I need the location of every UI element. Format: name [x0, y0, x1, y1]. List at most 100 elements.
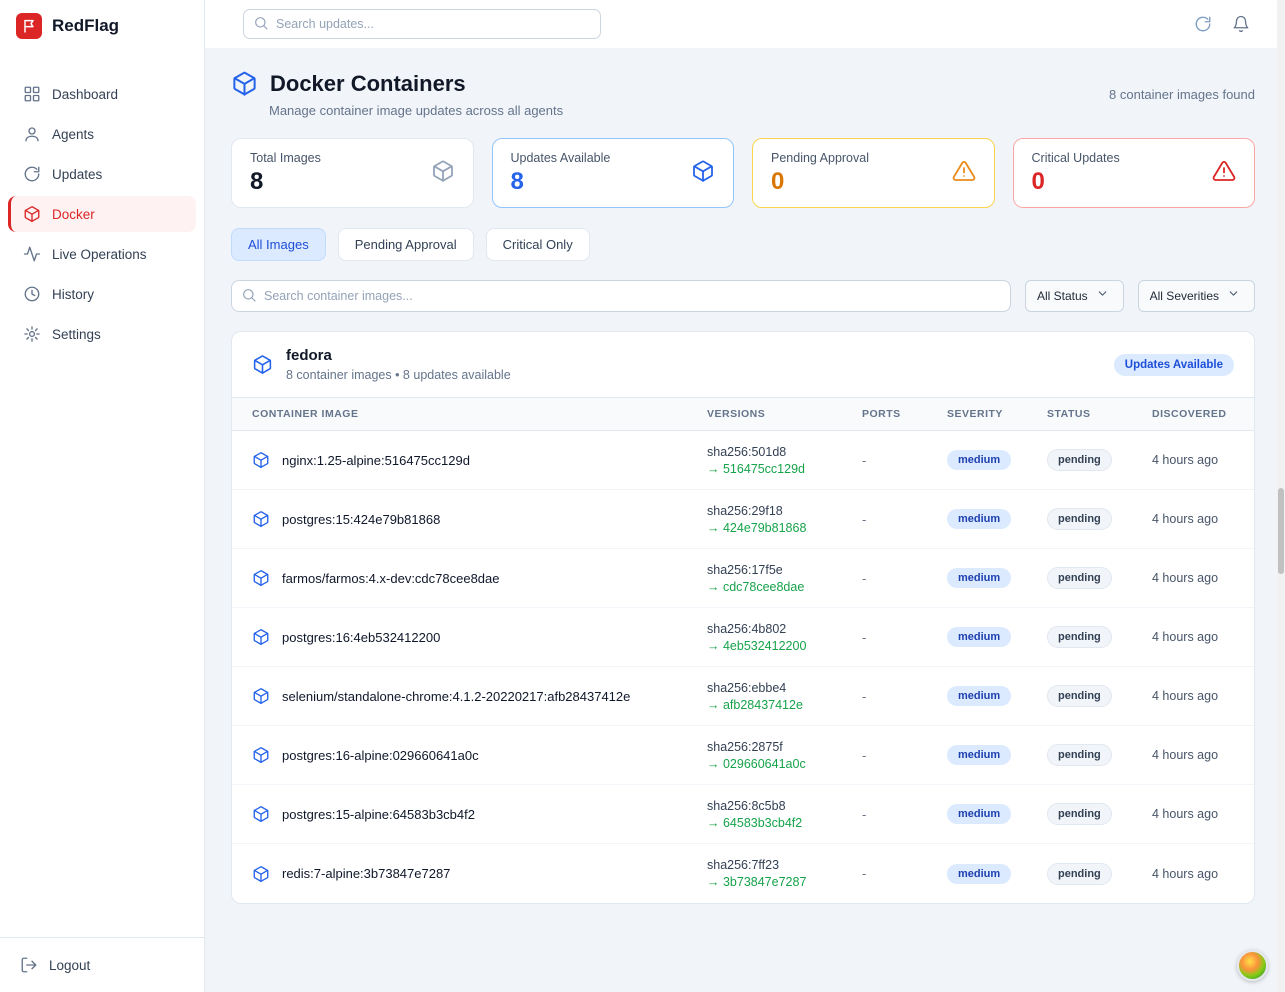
version-to: → 4eb532412200: [707, 639, 862, 653]
sidebar-item-label: Settings: [52, 327, 101, 342]
page-content: Docker Containers Manage container image…: [205, 48, 1285, 904]
refresh-button[interactable]: [1194, 15, 1212, 33]
package-icon: [691, 159, 715, 188]
image-name: postgres:16-alpine:029660641a0c: [282, 748, 479, 763]
table-row: selenium/standalone-chrome:4.1.2-2022021…: [232, 667, 1254, 726]
app-name: RedFlag: [52, 16, 119, 36]
sidebar-item-updates[interactable]: Updates: [8, 156, 196, 192]
main-area: Docker Containers Manage container image…: [205, 0, 1285, 992]
ports-value: -: [862, 748, 947, 763]
package-icon: [252, 805, 270, 823]
warning-icon: [952, 159, 976, 188]
package-icon: [252, 569, 270, 587]
chevron-down-icon: [1227, 287, 1245, 305]
version-from: sha256:ebbe4: [707, 681, 862, 695]
package-icon: [252, 865, 270, 883]
discovered-value: 4 hours ago: [1152, 630, 1234, 644]
discovered-value: 4 hours ago: [1152, 807, 1234, 821]
package-icon: [252, 746, 270, 764]
sidebar-item-settings[interactable]: Settings: [8, 316, 196, 352]
sidebar-item-history[interactable]: History: [8, 276, 196, 312]
clock-icon: [23, 285, 41, 303]
search-icon: [253, 15, 271, 33]
column-header-versions: Versions: [707, 408, 862, 420]
image-name: redis:7-alpine:3b73847e7287: [282, 866, 450, 881]
notifications-bell-icon[interactable]: [1232, 15, 1250, 33]
version-to: → cdc78cee8dae: [707, 580, 862, 594]
page-title: Docker Containers: [270, 71, 466, 97]
table-row: redis:7-alpine:3b73847e7287 sha256:7ff23…: [232, 844, 1254, 903]
scrollbar-thumb[interactable]: [1278, 488, 1284, 574]
sidebar-item-live-operations[interactable]: Live Operations: [8, 236, 196, 272]
version-from: sha256:501d8: [707, 445, 862, 459]
stat-card-pending-approval: Pending Approval 0: [752, 138, 995, 208]
ports-value: -: [862, 866, 947, 881]
tab-pending-approval[interactable]: Pending Approval: [338, 228, 474, 261]
flag-logo-icon: [16, 13, 42, 39]
table-header-row: Container Image Versions Ports Severity …: [232, 397, 1254, 431]
severity-badge: medium: [947, 509, 1011, 529]
topbar-actions: [1194, 15, 1250, 33]
container-icon: [23, 205, 41, 223]
status-filter-value: All Status: [1037, 289, 1088, 303]
ports-value: -: [862, 453, 947, 468]
floating-widget[interactable]: [1237, 950, 1268, 981]
column-header-status: Status: [1047, 408, 1152, 420]
group-name: fedora: [286, 347, 511, 364]
version-from: sha256:7ff23: [707, 858, 862, 872]
chevron-down-icon: [1096, 287, 1114, 305]
version-from: sha256:17f5e: [707, 563, 862, 577]
app-window: RedFlag Dashboard Agents Updates Docker …: [0, 0, 1285, 992]
severity-badge: medium: [947, 686, 1011, 706]
grid-icon: [23, 85, 41, 103]
logout-label: Logout: [49, 958, 90, 973]
sidebar-item-label: Docker: [52, 207, 95, 222]
status-badge: pending: [1047, 744, 1112, 766]
status-badge: pending: [1047, 626, 1112, 648]
table-row: postgres:16:4eb532412200 sha256:4b802→ 4…: [232, 608, 1254, 667]
stat-label: Pending Approval: [771, 151, 869, 165]
severity-filter-select[interactable]: All Severities: [1138, 280, 1255, 312]
sidebar-item-docker[interactable]: Docker: [8, 196, 196, 232]
stat-card-updates-available: Updates Available 8: [492, 138, 735, 208]
sidebar-item-label: Agents: [52, 127, 94, 142]
sidebar-item-dashboard[interactable]: Dashboard: [8, 76, 196, 112]
page-header: Docker Containers Manage container image…: [231, 70, 1255, 118]
ports-value: -: [862, 512, 947, 527]
status-badge: pending: [1047, 508, 1112, 530]
table-row: postgres:16-alpine:029660641a0c sha256:2…: [232, 726, 1254, 785]
version-to: → 029660641a0c: [707, 757, 862, 771]
discovered-value: 4 hours ago: [1152, 867, 1234, 881]
status-filter-select[interactable]: All Status: [1025, 280, 1124, 312]
column-header-discovered: Discovered: [1152, 408, 1234, 420]
discovered-value: 4 hours ago: [1152, 571, 1234, 585]
stat-value: 8: [250, 168, 321, 196]
stat-value: 0: [771, 168, 869, 196]
group-header: fedora 8 container images • 8 updates av…: [232, 332, 1254, 397]
logout-button[interactable]: Logout: [8, 946, 196, 984]
severity-badge: medium: [947, 864, 1011, 884]
sidebar-item-agents[interactable]: Agents: [8, 116, 196, 152]
status-badge: pending: [1047, 449, 1112, 471]
table-row: postgres:15-alpine:64583b3cb4f2 sha256:8…: [232, 785, 1254, 844]
image-name: nginx:1.25-alpine:516475cc129d: [282, 453, 470, 468]
image-name: selenium/standalone-chrome:4.1.2-2022021…: [282, 689, 630, 704]
image-name: postgres:15-alpine:64583b3cb4f2: [282, 807, 475, 822]
updates-available-badge: Updates Available: [1114, 354, 1234, 376]
severity-badge: medium: [947, 745, 1011, 765]
scrollbar[interactable]: [1277, 0, 1285, 992]
global-search-input[interactable]: [243, 9, 601, 39]
package-icon: [431, 159, 455, 188]
tab-all-images[interactable]: All Images: [231, 228, 326, 261]
version-from: sha256:8c5b8: [707, 799, 862, 813]
version-from: sha256:4b802: [707, 622, 862, 636]
sidebar-item-label: Dashboard: [52, 87, 118, 102]
ports-value: -: [862, 807, 947, 822]
tab-critical-only[interactable]: Critical Only: [486, 228, 590, 261]
version-from: sha256:29f18: [707, 504, 862, 518]
filter-row: All Status All Severities: [231, 280, 1255, 312]
image-search-input[interactable]: [231, 280, 1011, 312]
column-header-container-image: Container Image: [252, 408, 707, 420]
sidebar-nav: Dashboard Agents Updates Docker Live Ope…: [0, 76, 204, 352]
global-search: [243, 9, 601, 39]
